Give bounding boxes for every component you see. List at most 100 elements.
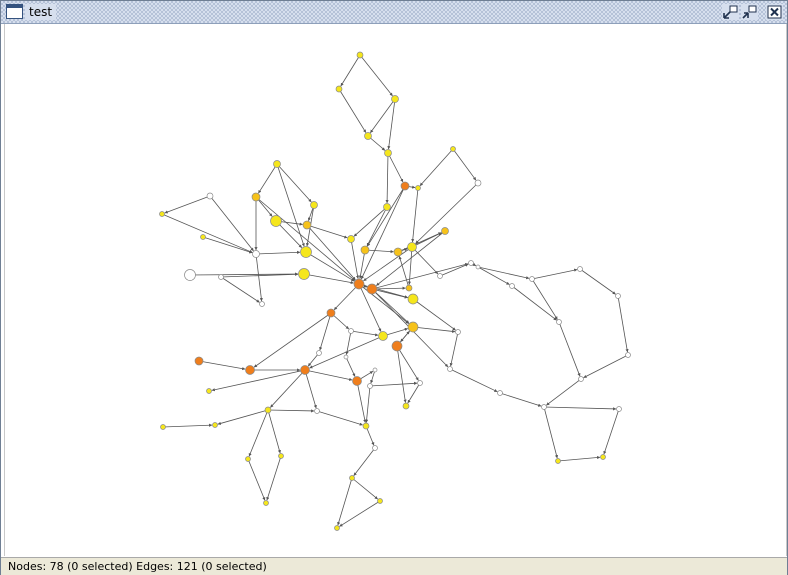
graph-edge[interactable] xyxy=(276,163,312,203)
graph-edge[interactable] xyxy=(345,356,356,377)
graph-node[interactable] xyxy=(529,276,535,282)
graph-edge[interactable] xyxy=(531,268,578,280)
graph-edge[interactable] xyxy=(411,246,439,275)
graph-edge[interactable] xyxy=(419,148,454,187)
graph-edge[interactable] xyxy=(217,409,269,425)
graph-node[interactable] xyxy=(415,185,421,191)
graph-node[interactable] xyxy=(362,422,370,430)
graph-node[interactable] xyxy=(334,525,340,531)
graph-edge[interactable] xyxy=(477,266,530,280)
graph-node[interactable] xyxy=(468,260,474,266)
graph-node[interactable] xyxy=(577,266,583,272)
graph-node[interactable] xyxy=(364,132,372,140)
graph-edge[interactable] xyxy=(543,406,617,411)
graph-edge[interactable] xyxy=(412,326,456,333)
graph-node[interactable] xyxy=(270,215,282,227)
graph-edge[interactable] xyxy=(338,88,367,133)
graph-edge[interactable] xyxy=(371,288,410,324)
graph-node[interactable] xyxy=(600,454,606,460)
graph-node[interactable] xyxy=(310,201,318,209)
graph-edge[interactable] xyxy=(366,206,388,247)
close-button[interactable] xyxy=(766,4,783,20)
graph-edge[interactable] xyxy=(356,380,367,423)
graph-node[interactable] xyxy=(251,192,261,202)
graph-node[interactable] xyxy=(393,247,403,257)
graph-edge[interactable] xyxy=(411,187,419,243)
graph-edge[interactable] xyxy=(351,477,378,500)
graph-edge[interactable] xyxy=(477,266,510,285)
graph-node[interactable] xyxy=(441,227,449,235)
graph-edge[interactable] xyxy=(266,455,282,501)
graph-node[interactable] xyxy=(377,498,383,504)
graph-edge[interactable] xyxy=(304,369,353,381)
graph-edge[interactable] xyxy=(367,185,406,247)
graph-edge[interactable] xyxy=(306,224,356,281)
graph-node[interactable] xyxy=(475,264,481,270)
graph-edge[interactable] xyxy=(339,500,381,527)
graph-edge[interactable] xyxy=(546,378,582,406)
graph-edge[interactable] xyxy=(220,276,260,303)
graph-edge[interactable] xyxy=(350,330,379,337)
network-graph[interactable] xyxy=(5,24,786,556)
graph-edge[interactable] xyxy=(211,369,306,392)
graph-edge[interactable] xyxy=(411,232,442,248)
graph-node[interactable] xyxy=(347,235,355,243)
graph-node[interactable] xyxy=(206,388,212,394)
graph-node[interactable] xyxy=(384,149,392,157)
graph-node[interactable] xyxy=(407,242,417,252)
graph-node[interactable] xyxy=(360,245,370,255)
graph-edge[interactable] xyxy=(247,458,266,501)
graph-node[interactable] xyxy=(356,51,364,59)
graph-edge[interactable] xyxy=(198,360,246,371)
graph-edge[interactable] xyxy=(270,369,306,408)
graph-node[interactable] xyxy=(159,211,165,217)
graph-node[interactable] xyxy=(400,181,410,191)
graph-node[interactable] xyxy=(278,453,284,459)
title-bar[interactable]: test xyxy=(1,1,787,24)
graph-edge[interactable] xyxy=(360,185,406,280)
graph-edge[interactable] xyxy=(365,385,371,423)
graph-node[interactable] xyxy=(263,500,269,506)
graph-node[interactable] xyxy=(194,356,204,366)
graph-node[interactable] xyxy=(509,283,515,289)
graph-node[interactable] xyxy=(264,406,272,414)
graph-node[interactable] xyxy=(200,234,206,240)
graph-node[interactable] xyxy=(616,406,622,412)
graph-node[interactable] xyxy=(405,284,413,292)
graph-edge[interactable] xyxy=(333,283,360,311)
graph-node[interactable] xyxy=(417,380,423,386)
graph-edge[interactable] xyxy=(387,152,404,183)
graph-edge[interactable] xyxy=(558,321,581,377)
graph-edge[interactable] xyxy=(304,369,317,409)
graph-edge[interactable] xyxy=(499,392,542,407)
graph-edge[interactable] xyxy=(603,408,620,455)
graph-node[interactable] xyxy=(378,331,388,341)
graph-node[interactable] xyxy=(314,408,320,414)
graph-edge[interactable] xyxy=(579,268,616,295)
graph-node[interactable] xyxy=(474,179,482,187)
graph-edge[interactable] xyxy=(353,447,376,476)
graph-edge[interactable] xyxy=(396,345,407,403)
graph-node[interactable] xyxy=(555,458,561,464)
graph-edge[interactable] xyxy=(248,409,269,457)
graph-node[interactable] xyxy=(450,146,456,152)
graph-node[interactable] xyxy=(541,404,547,410)
graph-edge[interactable] xyxy=(164,195,211,214)
graph-node[interactable] xyxy=(300,246,312,258)
graph-node[interactable] xyxy=(298,268,310,280)
graph-node[interactable] xyxy=(252,250,260,258)
graph-edge[interactable] xyxy=(385,152,389,204)
graph-edge[interactable] xyxy=(415,182,479,244)
graph-node[interactable] xyxy=(259,301,265,307)
graph-node[interactable] xyxy=(300,365,310,375)
graph-node[interactable] xyxy=(353,278,365,290)
graph-edge[interactable] xyxy=(316,410,363,426)
graph-edge[interactable] xyxy=(305,251,355,282)
graph-node[interactable] xyxy=(326,308,336,318)
graph-edge[interactable] xyxy=(449,368,498,393)
graph-node[interactable] xyxy=(437,273,443,279)
graph-node[interactable] xyxy=(349,475,355,481)
graph-edge[interactable] xyxy=(531,278,558,320)
graph-edge[interactable] xyxy=(376,230,446,286)
graph-node[interactable] xyxy=(352,376,362,386)
